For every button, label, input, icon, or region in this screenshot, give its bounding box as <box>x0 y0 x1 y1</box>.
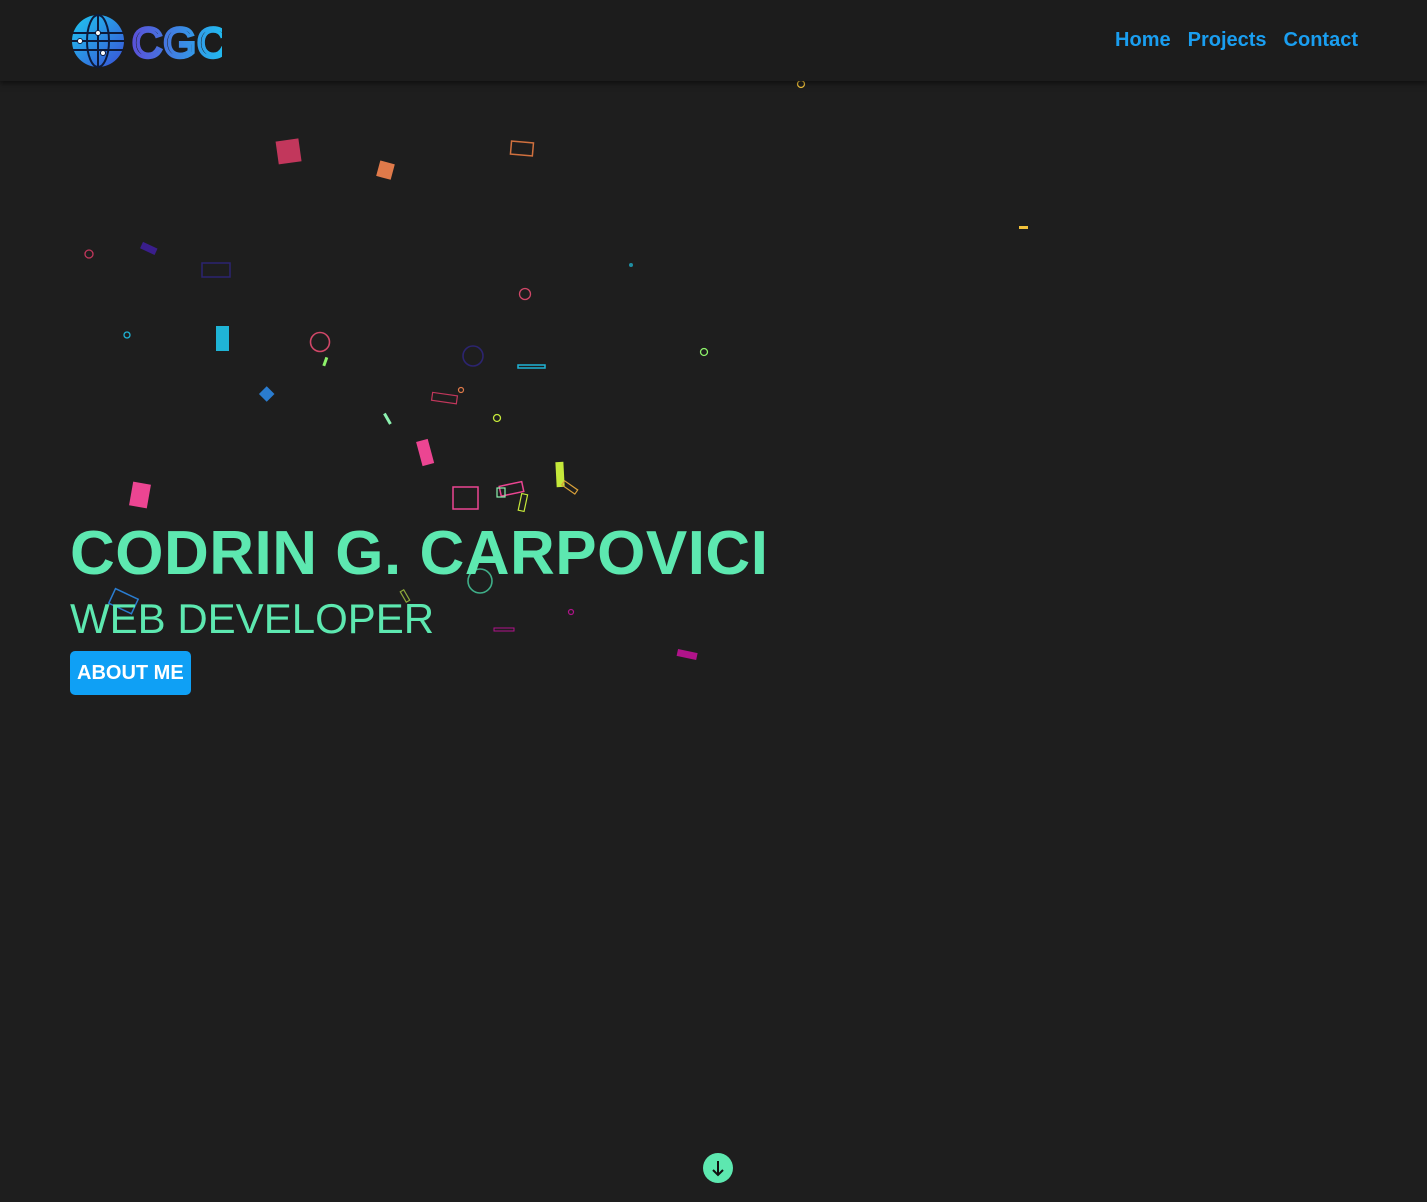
about-me-button[interactable]: ABOUT ME <box>70 651 191 695</box>
scroll-down-button[interactable] <box>703 1153 733 1183</box>
navbar: CGC Home Projects Contact <box>0 0 1427 81</box>
nav-projects-link[interactable]: Projects <box>1188 27 1267 53</box>
hero-role: WEB DEVELOPER <box>70 595 435 642</box>
globe-icon <box>72 14 124 68</box>
nav-links: Home Projects Contact <box>1115 27 1358 53</box>
nav-contact-link[interactable]: Contact <box>1284 27 1358 53</box>
arrow-down-icon <box>712 1161 724 1177</box>
hero-name: CODRIN G. CARPOVICI <box>70 519 769 588</box>
nav-home-link[interactable]: Home <box>1115 27 1171 53</box>
page: CGC Home Projects Contact CODRIN G. CARP… <box>0 0 1427 1202</box>
logo-text: CGC <box>132 19 222 66</box>
hero-section: CODRIN G. CARPOVICI WEB DEVELOPER ABOUT … <box>70 518 768 695</box>
logo[interactable]: CGC <box>70 13 222 69</box>
